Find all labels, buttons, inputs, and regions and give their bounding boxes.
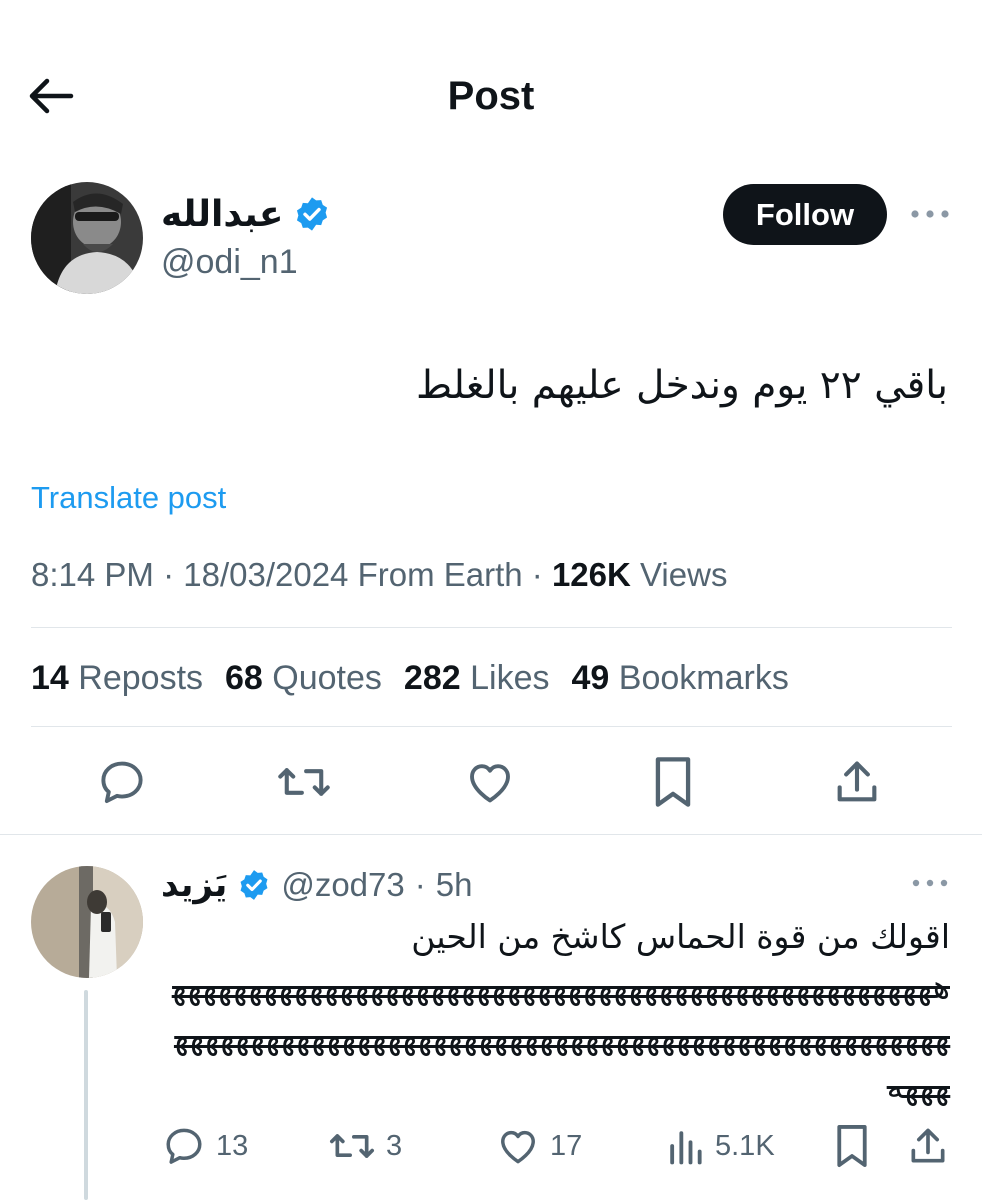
reply-header: يَزيد @zod73 · 5h	[161, 862, 472, 908]
avatar[interactable]	[31, 182, 143, 294]
follow-button[interactable]: Follow	[723, 184, 887, 245]
post-stats: 14 Reposts 68 Quotes 282 Likes 49 Bookma…	[31, 656, 789, 700]
reply-icon	[166, 1128, 202, 1164]
post-meta: 8:14 PM · 18/03/2024 From Earth · 126K V…	[31, 556, 728, 593]
translate-post-link[interactable]: Translate post	[31, 478, 226, 518]
reply-repost-button[interactable]: 3	[328, 1120, 402, 1172]
share-icon	[911, 1128, 945, 1163]
reply-replies-count: 13	[216, 1129, 249, 1162]
author-name[interactable]: عبدالله	[161, 194, 283, 235]
stat-reposts[interactable]: 14 Reposts	[31, 656, 203, 700]
bookmark-icon	[655, 757, 691, 807]
like-button[interactable]	[458, 750, 522, 814]
bookmark-icon	[837, 1124, 867, 1167]
more-dots-icon	[911, 210, 949, 218]
reply-share-button[interactable]	[906, 1120, 950, 1172]
divider	[0, 834, 982, 835]
verified-badge-icon	[297, 197, 328, 231]
repost-icon	[278, 768, 330, 796]
post-date[interactable]: 18/03/2024	[183, 556, 348, 593]
reply-author-name[interactable]: يَزيد	[161, 865, 227, 905]
reply-button[interactable]	[90, 750, 154, 814]
share-icon	[837, 761, 877, 802]
views-chart-icon	[670, 1131, 702, 1165]
bookmark-button[interactable]	[641, 750, 705, 814]
post-text: باقي ٢٢ يوم وندخل عليهم بالغلط	[416, 363, 948, 408]
reply-reply-button[interactable]: 13	[162, 1120, 248, 1172]
heart-icon	[470, 764, 510, 803]
stat-bookmarks[interactable]: 49 Bookmarks	[571, 656, 788, 700]
reply-icon	[101, 761, 143, 804]
verified-badge-icon	[240, 870, 268, 900]
stat-quotes[interactable]: 68 Quotes	[225, 656, 382, 700]
reply-bookmark-button[interactable]	[832, 1120, 872, 1172]
thread-line	[84, 990, 88, 1200]
repost-icon	[330, 1134, 374, 1158]
reply-likes-count: 17	[550, 1129, 583, 1162]
reply-views-count: 5.1K	[715, 1129, 775, 1162]
reply-reposts-count: 3	[386, 1129, 403, 1162]
reply-time[interactable]: 5h	[436, 866, 473, 904]
reply-avatar[interactable]	[31, 866, 143, 978]
reply-like-button[interactable]: 17	[496, 1120, 582, 1172]
views-count: 126K	[551, 556, 631, 593]
author-name-row: عبدالله	[161, 189, 331, 239]
reply-text: اقولك من قوة الحماس كاشخ من الحين هههههه…	[160, 912, 950, 1112]
reply-views-button[interactable]: 5.1K	[665, 1120, 775, 1172]
separator-dot: ·	[414, 866, 426, 903]
stat-likes[interactable]: 282 Likes	[404, 656, 550, 700]
repost-button[interactable]	[272, 750, 336, 814]
reply-more-button[interactable]	[906, 868, 954, 898]
page-title: Post	[447, 74, 535, 118]
heart-icon	[501, 1130, 535, 1164]
more-options-button[interactable]	[906, 196, 954, 232]
reply-text-line: اقولك من قوة الحماس كاشخ من الحين	[411, 917, 950, 956]
share-button[interactable]	[825, 750, 889, 814]
author-handle[interactable]: @odi_n1	[161, 240, 298, 284]
post-time[interactable]: 8:14 PM	[31, 556, 154, 593]
divider	[31, 726, 952, 727]
post-source: From Earth	[357, 556, 523, 593]
reply-author-handle[interactable]: @zod73	[281, 866, 404, 904]
views-label: Views	[640, 556, 728, 593]
more-dots-icon	[912, 879, 948, 887]
reply-laugh-text: هههههههههههههههههههههههههههههههههههههههه…	[172, 967, 950, 1106]
divider	[31, 627, 952, 628]
